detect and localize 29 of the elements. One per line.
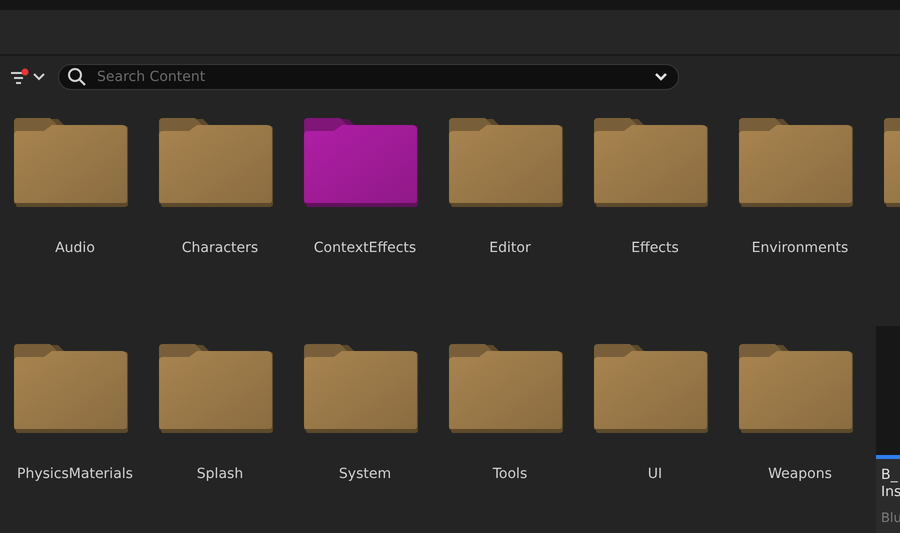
folder-icon[interactable] bbox=[14, 118, 130, 208]
search-field[interactable]: Search Content bbox=[95, 68, 646, 86]
folder-icon[interactable] bbox=[14, 344, 130, 434]
folder-label: Audio bbox=[54, 240, 96, 256]
folder-icon[interactable] bbox=[304, 344, 420, 434]
folder-label: System bbox=[338, 466, 392, 482]
folder-icon[interactable] bbox=[449, 118, 565, 208]
folder-label: ContextEffects bbox=[312, 240, 418, 256]
folder-label: Characters bbox=[180, 240, 260, 256]
folder-label: Environments bbox=[750, 240, 850, 256]
folder-label: Editor bbox=[488, 240, 532, 256]
folder-icon[interactable] bbox=[594, 118, 710, 208]
folder-icon[interactable] bbox=[159, 344, 275, 434]
folder-label: Tools bbox=[492, 466, 528, 482]
search-icon bbox=[67, 67, 87, 87]
folder-label: PhysicsMaterials bbox=[16, 466, 134, 482]
folder-icon[interactable] bbox=[159, 118, 275, 208]
folder-label: Weapons bbox=[767, 466, 833, 482]
search-bar[interactable]: Search Content bbox=[58, 64, 679, 90]
folder-label: Effects bbox=[630, 240, 680, 256]
folder-icon[interactable] bbox=[594, 344, 710, 434]
chevron-down-icon bbox=[32, 72, 46, 82]
chevron-down-icon[interactable] bbox=[654, 72, 668, 82]
folder-icon[interactable] bbox=[739, 118, 855, 208]
folder-label: UI bbox=[646, 466, 664, 482]
folder-icon[interactable] bbox=[449, 344, 565, 434]
folder-label: Splash bbox=[196, 466, 244, 482]
folder-icon[interactable] bbox=[739, 344, 855, 434]
folder-icon[interactable] bbox=[304, 118, 420, 208]
